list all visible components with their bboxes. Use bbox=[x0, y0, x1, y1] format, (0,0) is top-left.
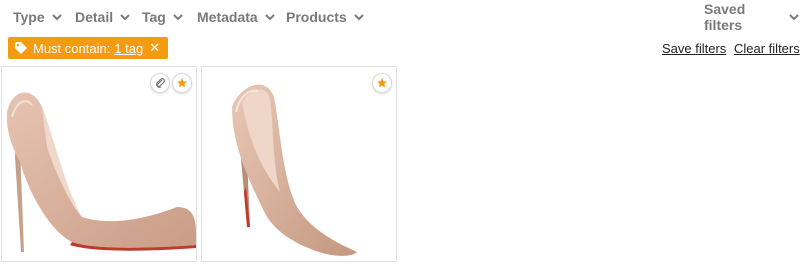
chevron-down-icon bbox=[264, 11, 276, 23]
chevron-down-icon bbox=[172, 11, 184, 23]
clear-filters-link[interactable]: Clear filters bbox=[734, 41, 800, 56]
filter-bar: Type Detail Tag Metadata Products Saved … bbox=[0, 0, 800, 34]
saved-filters-label: Saved filters bbox=[704, 1, 746, 33]
filter-products-label: Products bbox=[286, 9, 347, 25]
active-filter-count[interactable]: 1 tag bbox=[114, 41, 143, 56]
asset-card[interactable] bbox=[201, 66, 397, 262]
chevron-down-icon bbox=[119, 11, 131, 23]
filter-tag[interactable]: Tag bbox=[142, 6, 184, 28]
chevron-down-icon bbox=[788, 11, 800, 23]
filter-metadata[interactable]: Metadata bbox=[197, 6, 276, 28]
remove-filter-icon[interactable]: ✕ bbox=[149, 40, 160, 56]
filter-detail[interactable]: Detail bbox=[75, 6, 131, 28]
asset-card[interactable] bbox=[1, 66, 197, 262]
asset-thumbnail bbox=[202, 67, 396, 261]
filter-products[interactable]: Products bbox=[286, 6, 365, 28]
chevron-down-icon bbox=[51, 11, 63, 23]
paperclip-icon[interactable] bbox=[150, 73, 170, 93]
filter-type[interactable]: Type bbox=[13, 6, 63, 28]
active-filter-pill[interactable]: Must contain: 1 tag ✕ bbox=[8, 37, 169, 59]
filter-type-label: Type bbox=[13, 9, 45, 25]
save-filters-link[interactable]: Save filters bbox=[662, 41, 726, 56]
filter-tag-label: Tag bbox=[142, 9, 166, 25]
asset-thumbnail bbox=[2, 67, 196, 261]
active-filter-prefix: Must contain: bbox=[33, 40, 111, 56]
filter-detail-label: Detail bbox=[75, 9, 114, 25]
tag-icon bbox=[14, 41, 28, 55]
star-icon[interactable] bbox=[172, 73, 192, 93]
saved-filters-dropdown[interactable]: Saved filters bbox=[704, 1, 800, 33]
star-icon[interactable] bbox=[372, 73, 392, 93]
active-filters-row: Must contain: 1 tag ✕ Save filters Clear… bbox=[0, 36, 800, 62]
filter-metadata-label: Metadata bbox=[197, 9, 258, 25]
chevron-down-icon bbox=[353, 11, 365, 23]
